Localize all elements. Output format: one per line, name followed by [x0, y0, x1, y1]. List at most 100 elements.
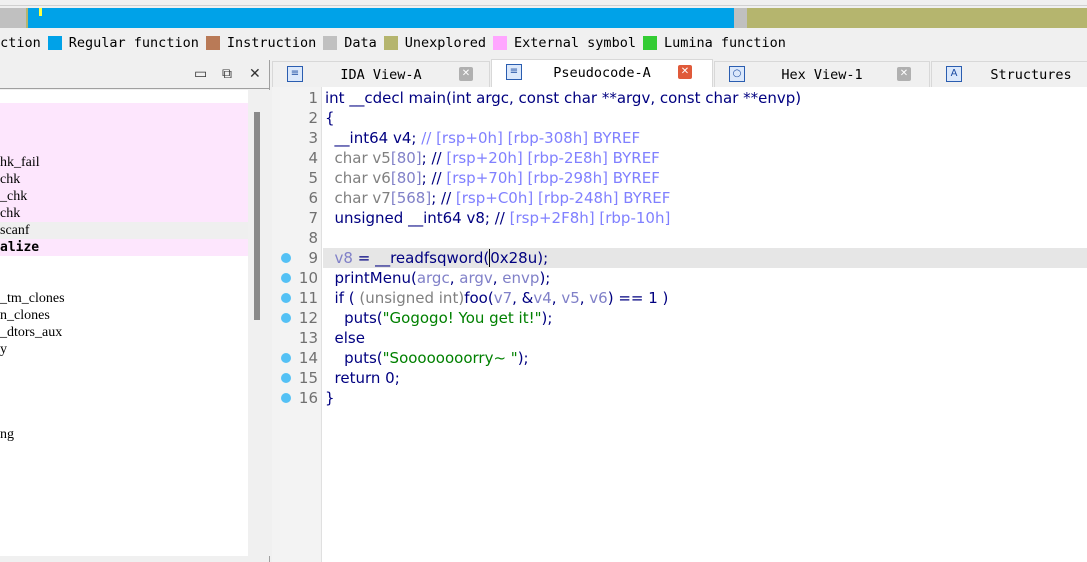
code-line[interactable]: 5 char v6[80]; // [rsp+70h] [rbp-298h] B… [272, 168, 1087, 188]
toolbar-strip [0, 0, 1087, 6]
restore-icon[interactable]: ⧉ [222, 66, 232, 82]
legend-label: Instruction [226, 35, 317, 51]
code-line[interactable]: 13 else [272, 328, 1087, 348]
function-list-item[interactable]: n_clones [0, 307, 248, 324]
function-list-item[interactable]: _tm_clones [0, 290, 248, 307]
function-list-item[interactable] [0, 120, 248, 137]
nav-band-data-segment-2 [734, 8, 747, 28]
line-number: 15 [298, 369, 318, 387]
line-number: 8 [308, 229, 318, 247]
code-token: , & [512, 289, 534, 307]
tab-structures[interactable]: A Structures [931, 61, 1087, 87]
code-token: = __readfsqword( [352, 249, 490, 267]
code-token: [80] [390, 149, 422, 167]
line-number: 16 [298, 389, 318, 407]
legend-label: nction [0, 35, 41, 51]
line-number: 2 [308, 109, 318, 127]
code-line[interactable]: 11 if ( (unsigned int)foo(v7, &v4, v5, v… [272, 288, 1087, 308]
legend-swatch [493, 36, 508, 50]
line-number: 5 [308, 169, 318, 187]
code-token: [568] [390, 189, 432, 207]
code-line[interactable]: 16} [272, 388, 1087, 408]
code-token: char v5 [325, 149, 391, 167]
legend-label: Lumina function [663, 35, 786, 51]
close-tab-icon[interactable]: ✕ [678, 65, 692, 79]
breakpoint-dot-icon[interactable] [281, 353, 291, 363]
breakpoint-dot-icon[interactable] [281, 253, 291, 263]
function-list-item[interactable]: alize [0, 239, 248, 256]
code-line[interactable]: 1 int __cdecl main(int argc, const char *… [272, 88, 1087, 108]
code-token: [rsp+C0h] [rbp-248h] BYREF [451, 189, 671, 207]
breakpoint-dot-icon[interactable] [281, 373, 291, 383]
function-list-item[interactable] [0, 103, 248, 120]
function-list-item[interactable]: _dtors_aux [0, 324, 248, 341]
code-token: (unsigned int) [359, 289, 465, 307]
code-token: else [325, 329, 365, 347]
code-token: unsigned __int64 v8; // [325, 209, 505, 227]
navigation-band[interactable] [0, 8, 1087, 28]
function-list-item[interactable]: ng [0, 426, 248, 443]
function-list-item[interactable] [0, 256, 248, 273]
breakpoint-dot-icon[interactable] [281, 293, 291, 303]
code-line[interactable]: 14 puts("Soooooooorry~ "); [272, 348, 1087, 368]
close-tab-icon[interactable]: ✕ [459, 67, 473, 81]
code-line[interactable]: 6 char v7[568]; // [rsp+C0h] [rbp-248h] … [272, 188, 1087, 208]
tab-pseudocode-a[interactable]: ≡ Pseudocode-A ✕ [491, 59, 713, 87]
function-list-item[interactable] [0, 137, 248, 154]
function-list-item[interactable]: y [0, 341, 248, 358]
code-token: ); [517, 349, 529, 367]
legend-swatch [383, 36, 398, 50]
code-line[interactable]: 10 printMenu(argc, argv, envp); [272, 268, 1087, 288]
code-text: int __cdecl main(int argc, const char **… [323, 88, 1087, 108]
code-text: } [323, 388, 1087, 408]
code-text: printMenu(argc, argv, envp); [323, 268, 1087, 288]
function-list-item[interactable]: hk_fail [0, 154, 248, 171]
code-token: v7 [493, 289, 513, 307]
function-list-item[interactable] [0, 409, 248, 426]
function-list-item[interactable] [0, 273, 248, 290]
code-line[interactable]: 7 unsigned __int64 v8; // [rsp+2F8h] [rb… [272, 208, 1087, 228]
code-token: "Gogogo! You get it!" [382, 309, 542, 327]
code-line[interactable]: 4 char v5[80]; // [rsp+20h] [rbp-2E8h] B… [272, 148, 1087, 168]
maximize-icon[interactable]: ▭ [194, 66, 207, 82]
breakpoint-dot-icon[interactable] [281, 313, 291, 323]
functions-scrollbar[interactable] [248, 90, 270, 556]
legend-swatch [323, 36, 338, 50]
code-token: char v7 [325, 189, 391, 207]
legend-label: Regular function [68, 35, 199, 51]
code-token: envp [502, 269, 540, 287]
function-list-item[interactable]: scanf [0, 222, 248, 239]
breakpoint-dot-icon[interactable] [281, 273, 291, 283]
code-token: , [579, 289, 590, 307]
legend-label: Unexplored [404, 35, 487, 51]
function-list-item[interactable]: _chk [0, 188, 248, 205]
breakpoint-dot-icon[interactable] [281, 393, 291, 403]
function-list-item[interactable]: chk [0, 171, 248, 188]
tab-ida-view-a[interactable]: ≡ IDA View-A ✕ [272, 61, 490, 87]
function-list-item[interactable] [0, 358, 248, 375]
scrollbar-thumb[interactable] [254, 112, 260, 320]
code-token: argv [459, 269, 493, 287]
code-token: v6 [589, 289, 608, 307]
code-text: char v5[80]; // [rsp+20h] [rbp-2E8h] BYR… [323, 148, 1087, 168]
code-text: v8 = __readfsqword(0x28u); [323, 248, 1087, 268]
view-tabs: ≡ IDA View-A ✕ ≡ Pseudocode-A ✕ ○ Hex Vi… [272, 59, 1087, 87]
close-tab-icon[interactable]: ✕ [897, 67, 911, 81]
function-list-item[interactable]: chk [0, 205, 248, 222]
line-number: 3 [308, 129, 318, 147]
function-list-item[interactable] [0, 375, 248, 392]
code-line[interactable]: 2{ [272, 108, 1087, 128]
code-token: "Soooooooorry~ " [382, 349, 518, 367]
tab-hex-view-1[interactable]: ○ Hex View-1 ✕ [714, 61, 930, 87]
code-line[interactable]: 15 return 0; [272, 368, 1087, 388]
nav-band-legend: nction Regular function Instruction Data Une… [0, 33, 786, 53]
code-line[interactable]: 8 [272, 228, 1087, 248]
code-line[interactable]: 9 v8 = __readfsqword(0x28u); [272, 248, 1087, 268]
code-line[interactable]: 12 puts("Gogogo! You get it!"); [272, 308, 1087, 328]
pseudocode-view[interactable]: 1 int __cdecl main(int argc, const char *… [272, 87, 1087, 562]
close-icon[interactable]: ✕ [249, 66, 261, 82]
line-number: 12 [298, 309, 318, 327]
code-token: v4 [533, 289, 552, 307]
function-list-item[interactable] [0, 392, 248, 409]
code-line[interactable]: 3 __int64 v4; // [rsp+0h] [rbp-308h] BYR… [272, 128, 1087, 148]
